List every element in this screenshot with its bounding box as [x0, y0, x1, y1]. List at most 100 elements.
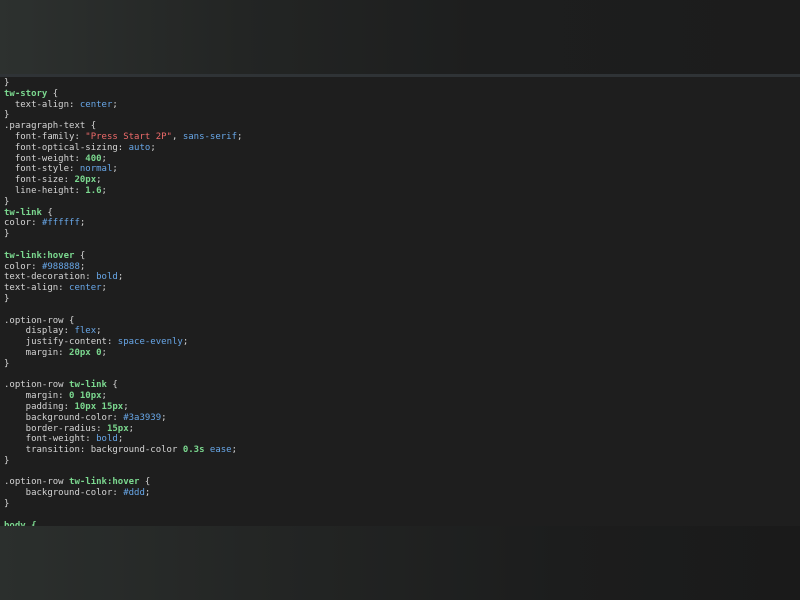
- code-token: ;: [96, 326, 102, 337]
- code-token: .option-row: [4, 315, 64, 326]
- code-token: ;: [237, 131, 243, 142]
- code-token: ;: [231, 445, 238, 456]
- code-line: color: #ffffff;: [4, 218, 242, 229]
- code-token: ;: [96, 175, 102, 186]
- code-token: #3a3939: [123, 412, 162, 423]
- code-line: background-color: #3a3939;: [4, 413, 242, 424]
- code-line: font-weight: 400;: [4, 154, 242, 165]
- code-token: {: [41, 207, 53, 218]
- code-line: border-radius: 15px;: [4, 424, 242, 435]
- code-token: {: [106, 380, 118, 391]
- code-token: ;: [101, 283, 107, 294]
- code-token: }: [4, 455, 10, 466]
- code-token: }: [4, 229, 10, 240]
- code-token: ease: [209, 445, 232, 456]
- code-line: display: flex;: [4, 326, 242, 337]
- code-token: padding:: [4, 401, 75, 412]
- code-editor[interactable]: } tw-story { text-align: center;} .paragra…: [0, 77, 800, 526]
- code-token: background-color:: [4, 488, 124, 499]
- code-line: padding: 10px 15px;: [4, 402, 242, 413]
- code-token: ;: [112, 164, 118, 175]
- code-line: font-style: normal;: [4, 164, 242, 175]
- code-token: ;: [150, 142, 156, 153]
- code-token: border-radius:: [4, 423, 107, 434]
- code-token: normal: [79, 164, 113, 175]
- code-token: {: [63, 315, 75, 326]
- code-line: .option-row {: [4, 316, 242, 327]
- code-token: color:: [4, 218, 42, 229]
- code-line: margin: 0 10px;: [4, 391, 242, 402]
- code-token: background-color:: [4, 412, 124, 423]
- code-token: ;: [144, 488, 151, 499]
- code-token: space-evenly: [117, 337, 183, 348]
- top-panel: [0, 0, 800, 74]
- code-token: ;: [101, 391, 107, 402]
- code-token: }: [4, 293, 10, 304]
- code-token: }: [4, 196, 10, 207]
- bottom-panel: [0, 526, 800, 600]
- screen: } tw-story { text-align: center;} .paragra…: [0, 0, 800, 600]
- code-token: .option-row: [4, 380, 70, 391]
- code-token: color:: [4, 261, 42, 272]
- code-line: text-align: center;: [4, 100, 242, 111]
- code-token: tw-link: [4, 207, 42, 218]
- code-token: tw-link:hover: [4, 250, 75, 261]
- code-token: ,: [171, 131, 183, 142]
- code-token: ;: [117, 434, 124, 445]
- code-token: ;: [161, 412, 167, 423]
- code-token: font-weight:: [4, 434, 97, 445]
- code-token: tw-link:hover: [69, 477, 140, 488]
- code-line: .paragraph-text {: [4, 121, 242, 132]
- code-token: 20px 0: [69, 347, 102, 358]
- code-token: tw-link: [69, 380, 107, 391]
- code-line: }: [4, 294, 242, 305]
- code-line: }: [4, 456, 242, 467]
- code-token: auto: [128, 142, 151, 153]
- code-token: bold: [96, 434, 118, 445]
- code-token: }: [4, 358, 10, 369]
- code-line: margin: 20px 0;: [4, 348, 242, 359]
- code-token: .paragraph-text: [4, 121, 86, 132]
- code-token: #988888: [41, 261, 80, 272]
- code-line: background-color: #ddd;: [4, 488, 242, 499]
- code-line: tw-link {: [4, 208, 242, 219]
- code-token: 1.6: [85, 185, 102, 196]
- code-token: line-height:: [4, 185, 86, 196]
- code-token: font-size:: [4, 175, 75, 186]
- code-line: tw-link:hover {: [4, 251, 242, 262]
- code-line: }: [4, 229, 242, 240]
- code-line: }: [4, 110, 242, 121]
- code-line: text-decoration: bold;: [4, 272, 242, 283]
- code-line: }: [4, 499, 242, 510]
- code-token: font-optical-sizing:: [4, 142, 129, 153]
- code-token: ;: [101, 347, 107, 358]
- code-token: 10px 15px: [74, 401, 124, 412]
- code-token: font-style:: [4, 164, 80, 175]
- code-token: {: [139, 477, 151, 488]
- code-token: ;: [182, 337, 189, 348]
- code-line: text-align: center;: [4, 283, 242, 294]
- code-token: justify-content:: [4, 337, 118, 348]
- code-token: text-align:: [4, 283, 70, 294]
- code-line: font-optical-sizing: auto;: [4, 143, 242, 154]
- code-token: transition: background-color: [4, 445, 183, 456]
- code-line: .option-row tw-link:hover {: [4, 477, 242, 488]
- code-token: bold: [96, 272, 118, 283]
- code-text[interactable]: } tw-story { text-align: center;} .paragra…: [4, 78, 242, 526]
- code-token: center: [69, 283, 102, 294]
- code-token: #ffffff: [41, 218, 80, 229]
- code-line: justify-content: space-evenly;: [4, 337, 242, 348]
- code-token: }: [4, 499, 10, 510]
- code-token: text-decoration:: [4, 272, 97, 283]
- code-token: 0.3s: [182, 445, 205, 456]
- code-line: }: [4, 359, 242, 370]
- code-token: tw-story: [4, 88, 48, 99]
- code-line: }: [4, 78, 242, 89]
- code-token: {: [74, 250, 86, 261]
- code-line: transition: background-color 0.3s ease;: [4, 445, 242, 456]
